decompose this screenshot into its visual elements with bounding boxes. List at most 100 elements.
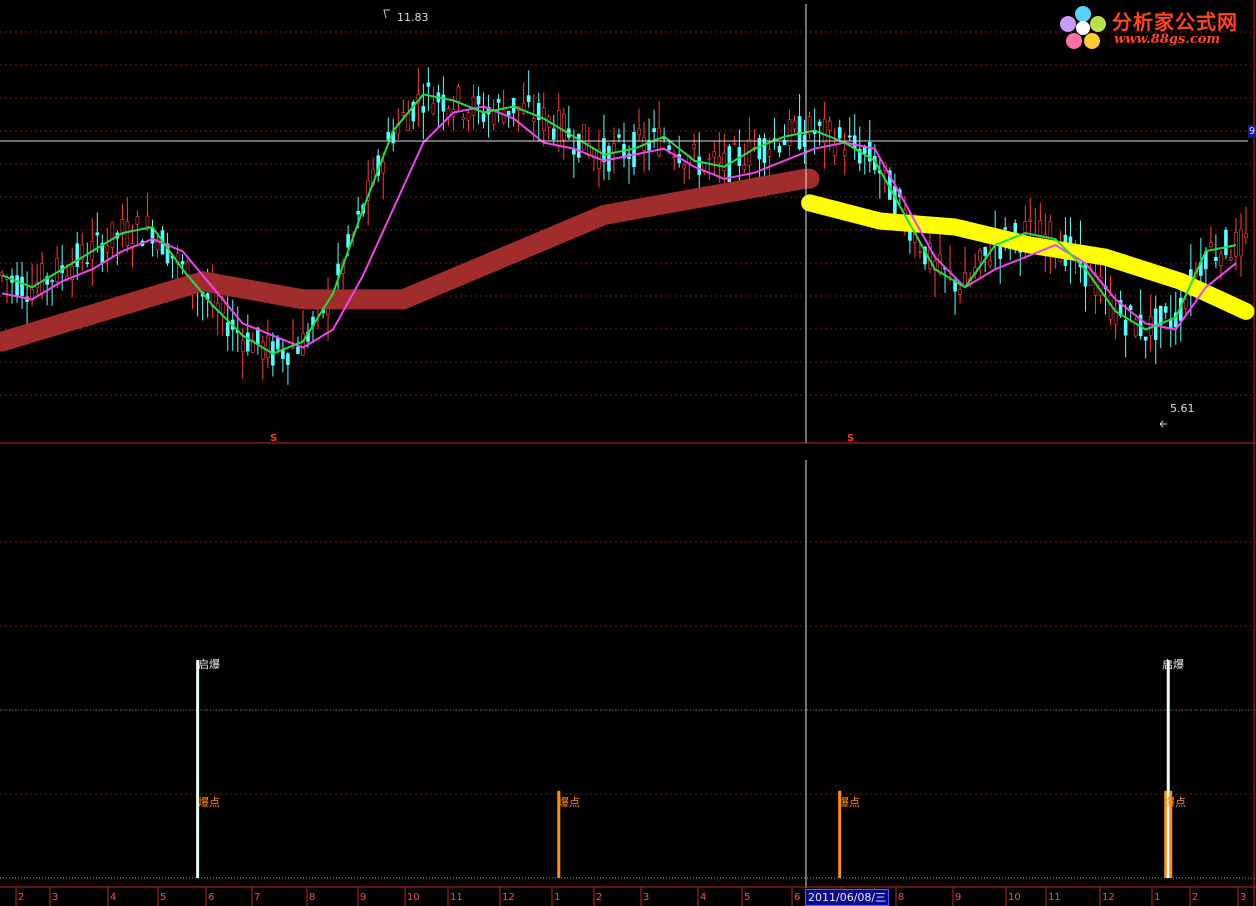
candle-body [1163,306,1168,313]
candle-body [501,109,506,124]
candle-body [105,245,110,253]
candlesticks [0,67,1248,385]
candle-body [496,99,501,103]
candle-body [476,96,481,105]
candle-body [40,263,44,294]
candle-body [657,127,661,156]
candle-body [406,112,411,131]
candle-body [742,164,747,170]
site-logo[interactable]: 分析家公式网 www.88gs.com [1058,4,1250,52]
axis-tick-label: 5 [744,892,750,903]
candle-body [336,263,340,276]
crosshair-date: 2011/06/08/三 [805,889,890,906]
candle-body [998,245,1003,260]
candle-body [787,119,792,146]
axis-tick-label: 3 [52,892,58,903]
candle-body [822,118,827,144]
candle-body [381,161,386,174]
candle-body [145,215,150,227]
candle-body [225,322,230,337]
candle-body [286,353,290,365]
indicator-label: 启爆 [198,657,220,671]
candle-body [767,149,772,157]
candle-body [862,146,867,154]
candle-body [531,118,536,122]
axis-tick-label: 2 [1192,892,1198,903]
candle-body [1123,320,1128,336]
candle-body [1229,257,1233,261]
candle-body [1128,305,1133,310]
candle-body [1239,229,1243,257]
candle-body [832,143,837,157]
candle-body [988,260,992,266]
axis-tick-label: 7 [254,892,260,903]
low-price-label: 5.61 [1170,402,1195,415]
indicator-label: 爆点 [1164,795,1186,809]
axis-tick-label: 4 [700,892,706,903]
candle-body [827,120,832,131]
candle-body [466,112,471,121]
indicator-bar [196,660,200,878]
flower-logo-icon [1060,6,1106,49]
axis-tick-label: 12 [502,892,515,903]
candle-body [240,339,245,353]
candle-body [95,232,100,236]
candle-body [717,156,722,164]
candle-body [261,341,265,360]
candle-body [526,95,531,102]
candle-body [637,128,641,136]
candle-body [852,135,857,149]
high-marker-icon [383,9,390,19]
indicator-label: 爆点 [558,795,580,809]
price-labels: 11.83 5.61 S S [270,9,1195,444]
candle-body [712,150,717,158]
signal-mark: S [270,433,277,444]
indicator-labels: 启爆 爆点 爆点 爆点 启爆 爆点 [198,657,1186,809]
candle-body [692,143,697,149]
axis-tick-label: 1 [1154,892,1160,903]
logo-url: www.88gs.com [1114,32,1221,47]
axis-tick-label: 11 [450,892,463,903]
candle-body [983,246,987,256]
candle-body [842,149,847,156]
logo-title: 分析家公式网 [1112,10,1238,34]
axis-tick-label: 2 [596,892,602,903]
axis-tick-label: 12 [1102,892,1115,903]
candle-body [456,86,461,102]
candle-body [617,134,621,138]
candle-body [506,110,511,116]
time-axis: 23456789101112123456789101112123 [0,886,1256,906]
axis-tick-label: 8 [898,892,904,903]
candle-body [1244,232,1248,238]
candle-body [612,143,616,153]
axis-tick-label: 11 [1048,892,1061,903]
candle-body [918,250,922,253]
candle-body [1143,336,1148,341]
candle-body [1214,257,1218,261]
candle-body [837,127,842,139]
axis-tick-label: 3 [643,892,649,903]
candle-body [266,335,270,358]
axis-tick-label: 6 [208,892,214,903]
candle-body [481,113,486,122]
candle-body [1219,253,1223,266]
axis-tick-label: 8 [309,892,315,903]
candle-body [582,124,586,151]
axis-tick-label: 10 [1008,892,1021,903]
candle-body [777,145,782,153]
candle-body [110,222,115,248]
candle-body [461,117,466,120]
candle-body [908,231,912,241]
grid-lines [0,0,1256,906]
price-tag: 9 [1248,125,1256,138]
candle-body [75,243,80,267]
candle-body [792,120,797,130]
axis-tick-label: 1 [554,892,560,903]
candle-body [682,164,686,169]
axis-tick-label: 6 [794,892,800,903]
candle-body [847,135,852,138]
candle-body [50,280,54,282]
stock-chart[interactable]: 11.83 5.61 S S 启爆 爆点 爆点 爆点 启爆 爆点 2 3 4 5 6 7 8… [0,0,1256,906]
candle-body [85,262,90,264]
candle-body [276,337,280,350]
